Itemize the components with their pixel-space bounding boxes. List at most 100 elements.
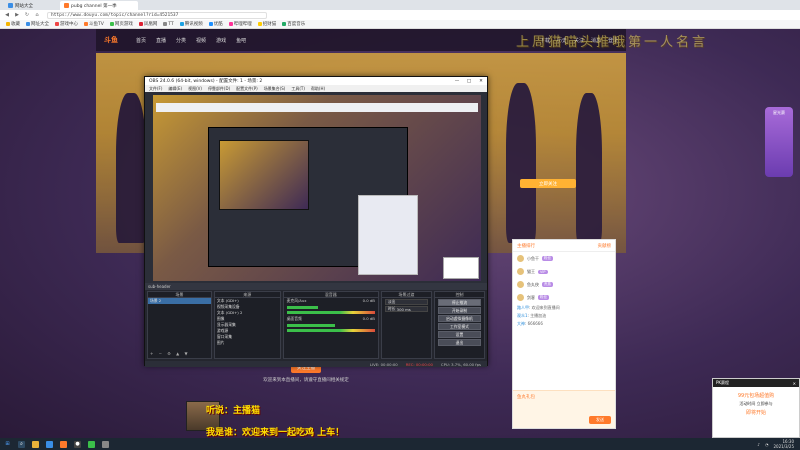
browser-tab-bar: 网站大全 pubg channel 第一季: [0, 0, 800, 10]
system-tray: ♪ ◔ 16:30 2021/3/25: [757, 439, 800, 449]
menu-tools[interactable]: 工具(T): [291, 86, 305, 92]
obs-title: OBS 24.0.6 (64-bit, windows) - 配置文件: 1 -…: [149, 79, 263, 84]
menu-help[interactable]: 帮助(H): [311, 86, 325, 92]
tab-label: pubg channel 第一季: [71, 3, 117, 9]
nav-item[interactable]: 游戏: [216, 37, 226, 44]
virtual-camera-button[interactable]: 启动虚拟摄像机: [437, 315, 481, 322]
scene-toolbar[interactable]: + − ⚙ ▲ ▼: [150, 351, 190, 356]
obs-menubar: 文件(F) 编辑(E) 视图(V) 停靠部件(D) 配置文件(P) 场景集合(S…: [145, 85, 487, 92]
app-icon[interactable]: [102, 440, 109, 448]
back-icon[interactable]: ◀: [4, 12, 10, 18]
volume-slider[interactable]: [286, 329, 375, 332]
settings-button[interactable]: 设置: [437, 331, 481, 338]
obs-statusbar: LIVE: 00:00:00 REC: 00:00:00 CPU: 3.7%, …: [145, 361, 487, 367]
bookmark-item[interactable]: 腾讯视频: [179, 21, 203, 27]
nav-item[interactable]: 首页: [136, 37, 146, 44]
bookmark-item[interactable]: TT: [163, 22, 174, 27]
audio-meter: [286, 306, 375, 309]
mixer-channel-label: 桌面音频 0.0 dB: [286, 316, 375, 321]
menu-docks[interactable]: 停靠部件(D): [208, 86, 230, 92]
network-icon[interactable]: ◔: [765, 442, 769, 447]
refresh-icon[interactable]: ↻: [24, 12, 30, 18]
url-field[interactable]: https://www.douyu.com/topic/channel?rid=…: [47, 11, 267, 19]
list-item[interactable]: 小鱼干 粉丝: [513, 252, 615, 265]
studio-mode-button[interactable]: 工作室模式: [437, 323, 481, 330]
bookmark-item[interactable]: 网页游戏: [109, 21, 133, 27]
user-tag: 贵族: [542, 282, 553, 287]
folder-icon[interactable]: [32, 440, 39, 448]
dancer-silhouette: [506, 83, 536, 243]
windows-taskbar: ⊞ ⌕ ● ♪ ◔ 16:30 2021/3/25: [0, 438, 800, 450]
dock-header: sub-header: [145, 283, 487, 290]
list-item[interactable]: 猫王 VIP: [513, 265, 615, 278]
stop-streaming-button[interactable]: 停止推流: [437, 299, 481, 306]
menu-edit[interactable]: 编辑(E): [168, 86, 182, 92]
close-icon[interactable]: ✕: [793, 381, 796, 386]
bookmark-item[interactable]: 斗鱼TV: [84, 21, 104, 27]
popup-headline: 99元包场超值购: [737, 393, 775, 399]
exit-button[interactable]: 退出: [437, 339, 481, 346]
transition-duration[interactable]: 时长 300 ms: [384, 306, 428, 312]
list-item[interactable]: 剑客 粉丝: [513, 291, 615, 304]
rank-widget[interactable]: 星光赛: [765, 107, 793, 177]
danmu-message: 听说：主播猫: [206, 406, 261, 416]
dancer-silhouette: [576, 93, 602, 243]
bookmark-item[interactable]: 优酷: [208, 21, 223, 27]
close-icon[interactable]: ✕: [475, 79, 487, 84]
bookmark-item[interactable]: 招财猫: [257, 21, 276, 27]
address-bar: ◀ ▶ ↻ ⌂ https://www.douyu.com/topic/chan…: [0, 10, 800, 20]
windows-start-icon[interactable]: ⊞: [4, 441, 11, 448]
wechat-icon[interactable]: [88, 440, 95, 448]
panel-tab-rank[interactable]: 主播排行: [517, 243, 535, 249]
bookmark-item[interactable]: 百度音乐: [282, 21, 305, 27]
forward-icon[interactable]: ▶: [14, 12, 20, 18]
user-tag: 粉丝: [542, 256, 553, 261]
minimize-icon[interactable]: —: [451, 79, 463, 84]
source-item[interactable]: 图片: [215, 340, 280, 346]
site-logo[interactable]: 斗鱼: [104, 35, 118, 45]
send-button[interactable]: 发送: [589, 416, 611, 424]
popup-header: PK赛程 ✕: [713, 379, 799, 387]
notification-popup: PK赛程 ✕ 99元包场超值购 活动时间 立即参与 即将开始: [712, 378, 800, 438]
bookmark-item[interactable]: 游戏中心: [55, 21, 78, 27]
bookmark-item[interactable]: 收藏: [6, 21, 20, 27]
menu-view[interactable]: 视图(V): [188, 86, 202, 92]
menu-profile[interactable]: 配置文件(P): [236, 86, 258, 92]
list-item[interactable]: 鱼丸侠 贵族: [513, 278, 615, 291]
obs-preview[interactable]: [153, 95, 481, 281]
avatar: [517, 255, 524, 262]
home-icon[interactable]: ⌂: [34, 12, 40, 18]
menu-file[interactable]: 文件(F): [149, 86, 162, 92]
tab-favicon-icon: [8, 3, 13, 8]
browser-tab-active[interactable]: pubg channel 第一季: [60, 1, 138, 10]
volume-icon[interactable]: ♪: [757, 442, 760, 447]
bookmark-item[interactable]: 凤凰网: [138, 21, 157, 27]
system-clock[interactable]: 16:30 2021/3/25: [773, 439, 794, 449]
menu-scene-collection[interactable]: 场景集合(S): [264, 86, 286, 92]
controls-dock: 控制 停止推流 开始录制 启动虚拟摄像机 工作室模式 设置 退出: [433, 291, 485, 359]
preview-popup: [443, 257, 479, 279]
search-icon[interactable]: ⌕: [18, 440, 25, 448]
stream-banner-text: 上周猫喵头推哦第一人名言: [516, 34, 709, 50]
maximize-icon[interactable]: □: [463, 79, 475, 84]
nav-item[interactable]: 直播: [156, 37, 166, 44]
chat-message: 路人甲: 欢迎来到直播间: [517, 305, 560, 310]
user-tag: VIP: [538, 269, 548, 274]
transition-select[interactable]: 淡出: [384, 299, 428, 305]
nav-item[interactable]: 视频: [196, 37, 206, 44]
browser-tab[interactable]: 网站大全: [4, 1, 56, 10]
bookmark-item[interactable]: 网址大全: [26, 21, 49, 27]
douyu-icon[interactable]: [60, 440, 67, 448]
scene-item[interactable]: 场景 2: [148, 298, 211, 304]
nav-item[interactable]: 鱼吧: [236, 37, 246, 44]
nav-item[interactable]: 分类: [176, 37, 186, 44]
obs-icon[interactable]: ●: [74, 440, 81, 448]
bookmark-item[interactable]: 哔哩哔哩: [228, 21, 252, 27]
preview-nested-obs-inner: [219, 140, 309, 210]
start-recording-button[interactable]: 开始录制: [437, 307, 481, 314]
panel-tab-contrib[interactable]: 贡献榜: [598, 243, 612, 249]
follow-button[interactable]: 立即关注: [520, 179, 576, 188]
browser-icon[interactable]: [46, 440, 53, 448]
bookmarks-bar: 收藏 网址大全 游戏中心 斗鱼TV 网页游戏 凤凰网 TT 腾讯视频 优酷 哔哩…: [0, 20, 800, 29]
volume-slider[interactable]: [286, 311, 375, 314]
